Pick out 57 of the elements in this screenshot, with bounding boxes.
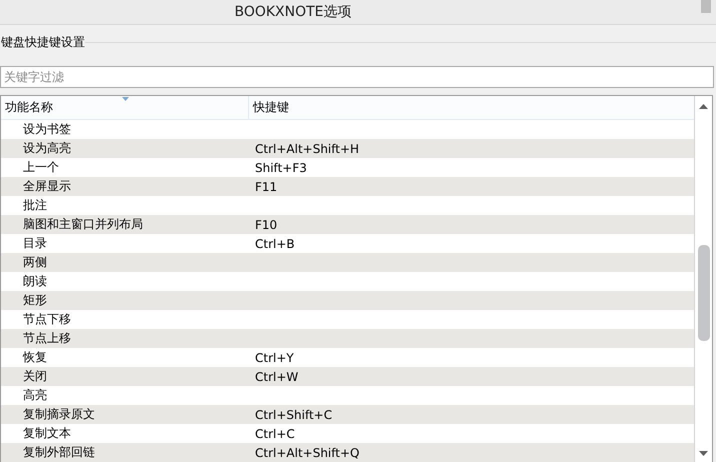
table-cell-text: F10: [254, 218, 278, 232]
table-cell-text: Ctrl+B: [254, 236, 295, 250]
table-row[interactable]: 两侧: [1, 253, 694, 272]
window-title: BOOKXNOTE选项: [234, 3, 352, 21]
sort-icon: [122, 97, 128, 101]
table-row[interactable]: 关闭 Ctrl+W: [1, 367, 694, 386]
table-row[interactable]: 复制摘录原文 Ctrl+Shift+C: [1, 405, 694, 424]
table-row[interactable]: 节点下移: [1, 310, 694, 329]
scroll-up-icon[interactable]: [699, 104, 708, 109]
table-row[interactable]: 节点上移: [1, 329, 694, 348]
filter-field[interactable]: 关键字过滤: [0, 66, 714, 88]
table-cell-text: Ctrl+Alt+Shift+Q: [254, 446, 360, 460]
table-row[interactable]: 脑图和主窗口并列布局 F10: [1, 215, 694, 234]
table-row[interactable]: 高亮: [1, 386, 694, 405]
table-cell-text: Ctrl+Y: [254, 350, 294, 364]
scroll-thumb[interactable]: [698, 245, 710, 341]
table-row[interactable]: 设为高亮 Ctrl+Alt+Shift+H: [1, 139, 694, 158]
table-row[interactable]: 朗读: [1, 272, 694, 291]
table-row[interactable]: 设为书签: [1, 120, 694, 139]
column-header[interactable]: 功能名称: [1, 96, 249, 119]
table-cell-text: 复制摘录原文: [22, 406, 96, 423]
table-cell-text: Ctrl+Alt+Shift+H: [254, 142, 360, 156]
scrollbar[interactable]: [694, 96, 712, 462]
table-cell-text: Ctrl+C: [254, 426, 295, 440]
table-cell-text: 全屏显示: [22, 178, 72, 195]
table-row[interactable]: 批注: [1, 196, 694, 215]
table-cell-text: 矩形: [22, 292, 48, 309]
group-label: 键盘快捷键设置: [0, 34, 85, 50]
table-cell-text: 设为高亮: [22, 140, 72, 157]
table-cell-text: 脑图和主窗口并列布局: [22, 216, 144, 233]
table-cell-text: 节点上移: [22, 330, 72, 347]
table-cell-text: 目录: [22, 235, 48, 252]
scroll-down-icon[interactable]: [699, 451, 708, 456]
scroll-thumb[interactable]: [701, 0, 711, 13]
table-cell-text: 朗读: [22, 273, 48, 290]
table-cell-text: 批注: [22, 197, 48, 214]
table-row[interactable]: 上一个 Shift+F3: [1, 158, 694, 177]
table-cell-text: Ctrl+W: [254, 370, 298, 384]
table-cell-text: Ctrl+Shift+C: [254, 408, 332, 422]
table-cell-text: 高亮: [22, 387, 48, 404]
column-header[interactable]: 快捷键: [249, 96, 694, 119]
table-row[interactable]: 目录 Ctrl+B: [1, 234, 694, 253]
table-cell-text: 节点下移: [22, 311, 72, 328]
table-row[interactable]: 复制外部回链 Ctrl+Alt+Shift+Q: [1, 443, 694, 462]
table-row[interactable]: 复制文本 Ctrl+C: [1, 424, 694, 443]
table-cell-text: F11: [254, 180, 278, 194]
table-cell-text: Shift+F3: [254, 160, 307, 174]
table-cell-text: 设为书签: [22, 121, 72, 138]
table-row[interactable]: 矩形: [1, 291, 694, 310]
table-cell-text: 关闭: [22, 368, 48, 385]
table-cell-text: 复制文本: [22, 425, 72, 442]
table-cell-text: 上一个: [22, 159, 60, 176]
table-cell-text: 恢复: [22, 349, 48, 366]
table-cell-text: 两侧: [22, 254, 48, 271]
table-row[interactable]: 全屏显示 F11: [1, 177, 694, 196]
table-cell-text: 复制外部回链: [22, 444, 96, 461]
table-row[interactable]: 恢复 Ctrl+Y: [1, 348, 694, 367]
